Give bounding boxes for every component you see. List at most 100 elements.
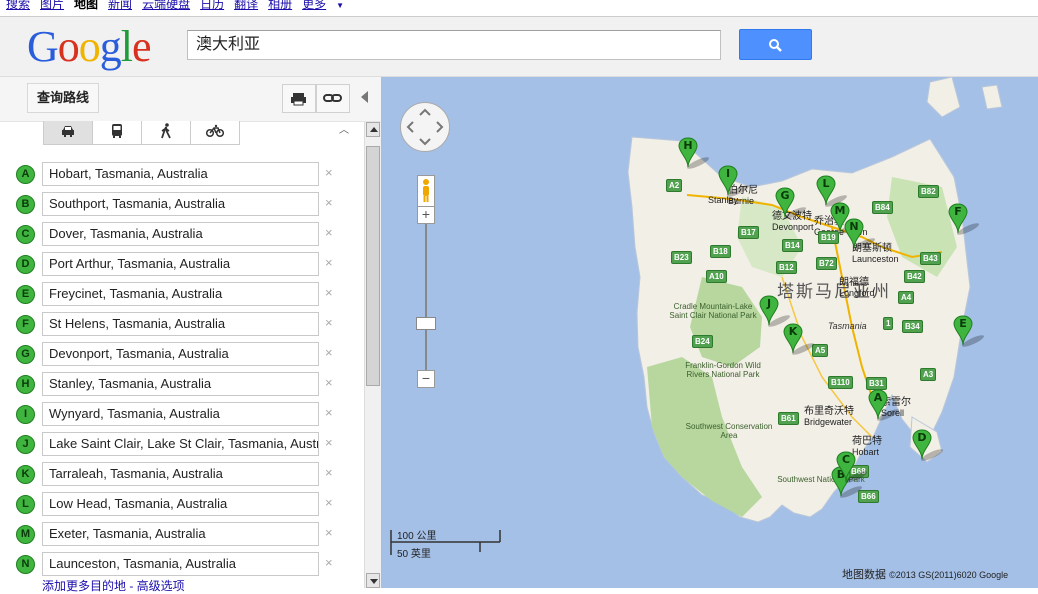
- scale-km-label: 100 公里: [397, 531, 437, 542]
- route-pin-g[interactable]: G: [775, 187, 806, 219]
- route-pin-h[interactable]: H: [678, 137, 709, 169]
- waypoint-input[interactable]: St Helens, Tasmania, Australia: [42, 312, 319, 336]
- scrollbar-thumb[interactable]: [366, 146, 380, 386]
- route-pin-i[interactable]: I: [718, 165, 749, 197]
- remove-waypoint-icon[interactable]: ×: [325, 405, 333, 420]
- waypoint-input[interactable]: Launceston, Tasmania, Australia: [42, 552, 319, 576]
- route-pin-j[interactable]: J: [759, 295, 790, 327]
- route-pin-k[interactable]: K: [783, 323, 814, 355]
- scroll-down-button[interactable]: [366, 573, 380, 588]
- zoom-slider-track[interactable]: [425, 214, 427, 380]
- remove-waypoint-icon[interactable]: ×: [325, 315, 333, 330]
- nav-link-7[interactable]: 相册: [268, 0, 292, 11]
- waypoint-marker-icon[interactable]: C: [16, 225, 35, 244]
- pin-letter: L: [822, 177, 830, 190]
- waypoint-input[interactable]: Devonport, Tasmania, Australia: [42, 342, 319, 366]
- remove-waypoint-icon[interactable]: ×: [325, 195, 333, 210]
- nav-link-6[interactable]: 翻译: [234, 0, 258, 11]
- waypoint-input[interactable]: Lake Saint Clair, Lake St Clair, Tasmani…: [42, 432, 319, 456]
- route-pin-a[interactable]: A: [868, 389, 899, 421]
- waypoint-marker-icon[interactable]: I: [16, 405, 35, 424]
- get-directions-button[interactable]: 查询路线: [27, 83, 99, 113]
- waypoint-input[interactable]: Wynyard, Tasmania, Australia: [42, 402, 319, 426]
- chevron-up-icon[interactable]: ︿: [339, 121, 349, 136]
- remove-waypoint-icon[interactable]: ×: [325, 285, 333, 300]
- map-attribution[interactable]: 地图数据 ©2013 GS(2011)6020 Google: [842, 566, 1008, 582]
- route-pin-f[interactable]: F: [948, 203, 979, 235]
- route-pin-e[interactable]: E: [953, 315, 984, 347]
- add-destination-link[interactable]: 添加更多目的地 - 高级选项: [42, 577, 185, 594]
- travel-mode-transit-button[interactable]: [92, 121, 142, 145]
- print-button[interactable]: [282, 84, 316, 113]
- nav-link-4[interactable]: 云端硬盘: [142, 0, 190, 11]
- park-label: Cradle Mountain-Lake Saint Clair Nationa…: [669, 302, 757, 320]
- route-pin-c[interactable]: C: [836, 451, 867, 483]
- remove-waypoint-icon[interactable]: ×: [325, 255, 333, 270]
- link-button[interactable]: [316, 84, 350, 113]
- nav-link-1[interactable]: 图片: [40, 0, 64, 11]
- place-label[interactable]: 布里奇沃特 Bridgewater: [804, 402, 854, 427]
- waypoint-marker-icon[interactable]: K: [16, 465, 35, 484]
- waypoint-marker-icon[interactable]: B: [16, 195, 35, 214]
- nav-link-8[interactable]: 更多: [302, 0, 326, 11]
- route-pin-d[interactable]: D: [912, 429, 943, 461]
- waypoint-input[interactable]: Stanley, Tasmania, Australia: [42, 372, 319, 396]
- nav-link-2[interactable]: 地图: [74, 0, 98, 11]
- pan-control[interactable]: [400, 102, 450, 152]
- remove-waypoint-icon[interactable]: ×: [325, 435, 333, 450]
- waypoint-marker-icon[interactable]: A: [16, 165, 35, 184]
- remove-waypoint-icon[interactable]: ×: [325, 165, 333, 180]
- travel-mode-bicycle-button[interactable]: [190, 121, 240, 145]
- park-label: Southwest Conservation Area: [685, 422, 773, 440]
- search-input[interactable]: 澳大利亚: [187, 30, 721, 60]
- remove-waypoint-icon[interactable]: ×: [325, 225, 333, 240]
- google-logo[interactable]: Google: [27, 22, 152, 71]
- logo-letter: e: [132, 22, 152, 71]
- waypoint-input[interactable]: Low Head, Tasmania, Australia: [42, 492, 319, 516]
- waypoint-input[interactable]: Southport, Tasmania, Australia: [42, 192, 319, 216]
- waypoint-input[interactable]: Exeter, Tasmania, Australia: [42, 522, 319, 546]
- remove-waypoint-icon[interactable]: ×: [325, 525, 333, 540]
- zoom-slider-handle[interactable]: [416, 317, 436, 330]
- waypoint-input[interactable]: Freycinet, Tasmania, Australia: [42, 282, 319, 306]
- travel-mode-car-button[interactable]: [43, 121, 93, 145]
- waypoint-marker-icon[interactable]: J: [16, 435, 35, 454]
- waypoint-marker-icon[interactable]: L: [16, 495, 35, 514]
- zoom-out-button[interactable]: −: [417, 370, 435, 388]
- pin-letter: G: [780, 189, 790, 202]
- more-dropdown-icon[interactable]: ▼: [336, 1, 344, 10]
- waypoint-marker-icon[interactable]: N: [16, 555, 35, 574]
- collapse-panel-icon[interactable]: [361, 91, 368, 103]
- waypoint-marker-icon[interactable]: F: [16, 315, 35, 334]
- waypoint-marker-icon[interactable]: H: [16, 375, 35, 394]
- travel-mode-walk-button[interactable]: [141, 121, 191, 145]
- search-button[interactable]: [739, 29, 812, 60]
- route-pin-n[interactable]: N: [844, 218, 875, 250]
- route-pin-l[interactable]: L: [816, 175, 847, 207]
- waypoint-marker-icon[interactable]: M: [16, 525, 35, 544]
- map-canvas[interactable]: 塔斯马尼亚州 Tasmania Stanley伯尔尼Burnie德文波特Devo…: [382, 77, 1038, 588]
- remove-waypoint-icon[interactable]: ×: [325, 495, 333, 510]
- scroll-up-button[interactable]: [366, 122, 380, 137]
- nav-link-3[interactable]: 新闻: [108, 0, 132, 11]
- remove-waypoint-icon[interactable]: ×: [325, 345, 333, 360]
- waypoint-input[interactable]: Port Arthur, Tasmania, Australia: [42, 252, 319, 276]
- nav-link-5[interactable]: 日历: [200, 0, 224, 11]
- remove-waypoint-icon[interactable]: ×: [325, 375, 333, 390]
- waypoint-marker-icon[interactable]: G: [16, 345, 35, 364]
- zoom-in-button[interactable]: +: [417, 206, 435, 224]
- remove-waypoint-icon[interactable]: ×: [325, 555, 333, 570]
- street-view-pegman-icon[interactable]: [417, 175, 435, 207]
- remove-waypoint-icon[interactable]: ×: [325, 465, 333, 480]
- panel-scrollbar[interactable]: [364, 122, 381, 588]
- waypoint-marker-icon[interactable]: E: [16, 285, 35, 304]
- pin-letter: A: [873, 391, 883, 404]
- waypoint-input[interactable]: Tarraleah, Tasmania, Australia: [42, 462, 319, 486]
- pin-letter: E: [959, 317, 967, 330]
- place-label[interactable]: 朗福德 Longford: [839, 273, 875, 298]
- waypoint-marker-icon[interactable]: D: [16, 255, 35, 274]
- waypoint-input[interactable]: Hobart, Tasmania, Australia: [42, 162, 319, 186]
- nav-link-0[interactable]: 搜索: [6, 0, 30, 11]
- road-shield: B14: [782, 239, 803, 252]
- waypoint-input[interactable]: Dover, Tasmania, Australia: [42, 222, 319, 246]
